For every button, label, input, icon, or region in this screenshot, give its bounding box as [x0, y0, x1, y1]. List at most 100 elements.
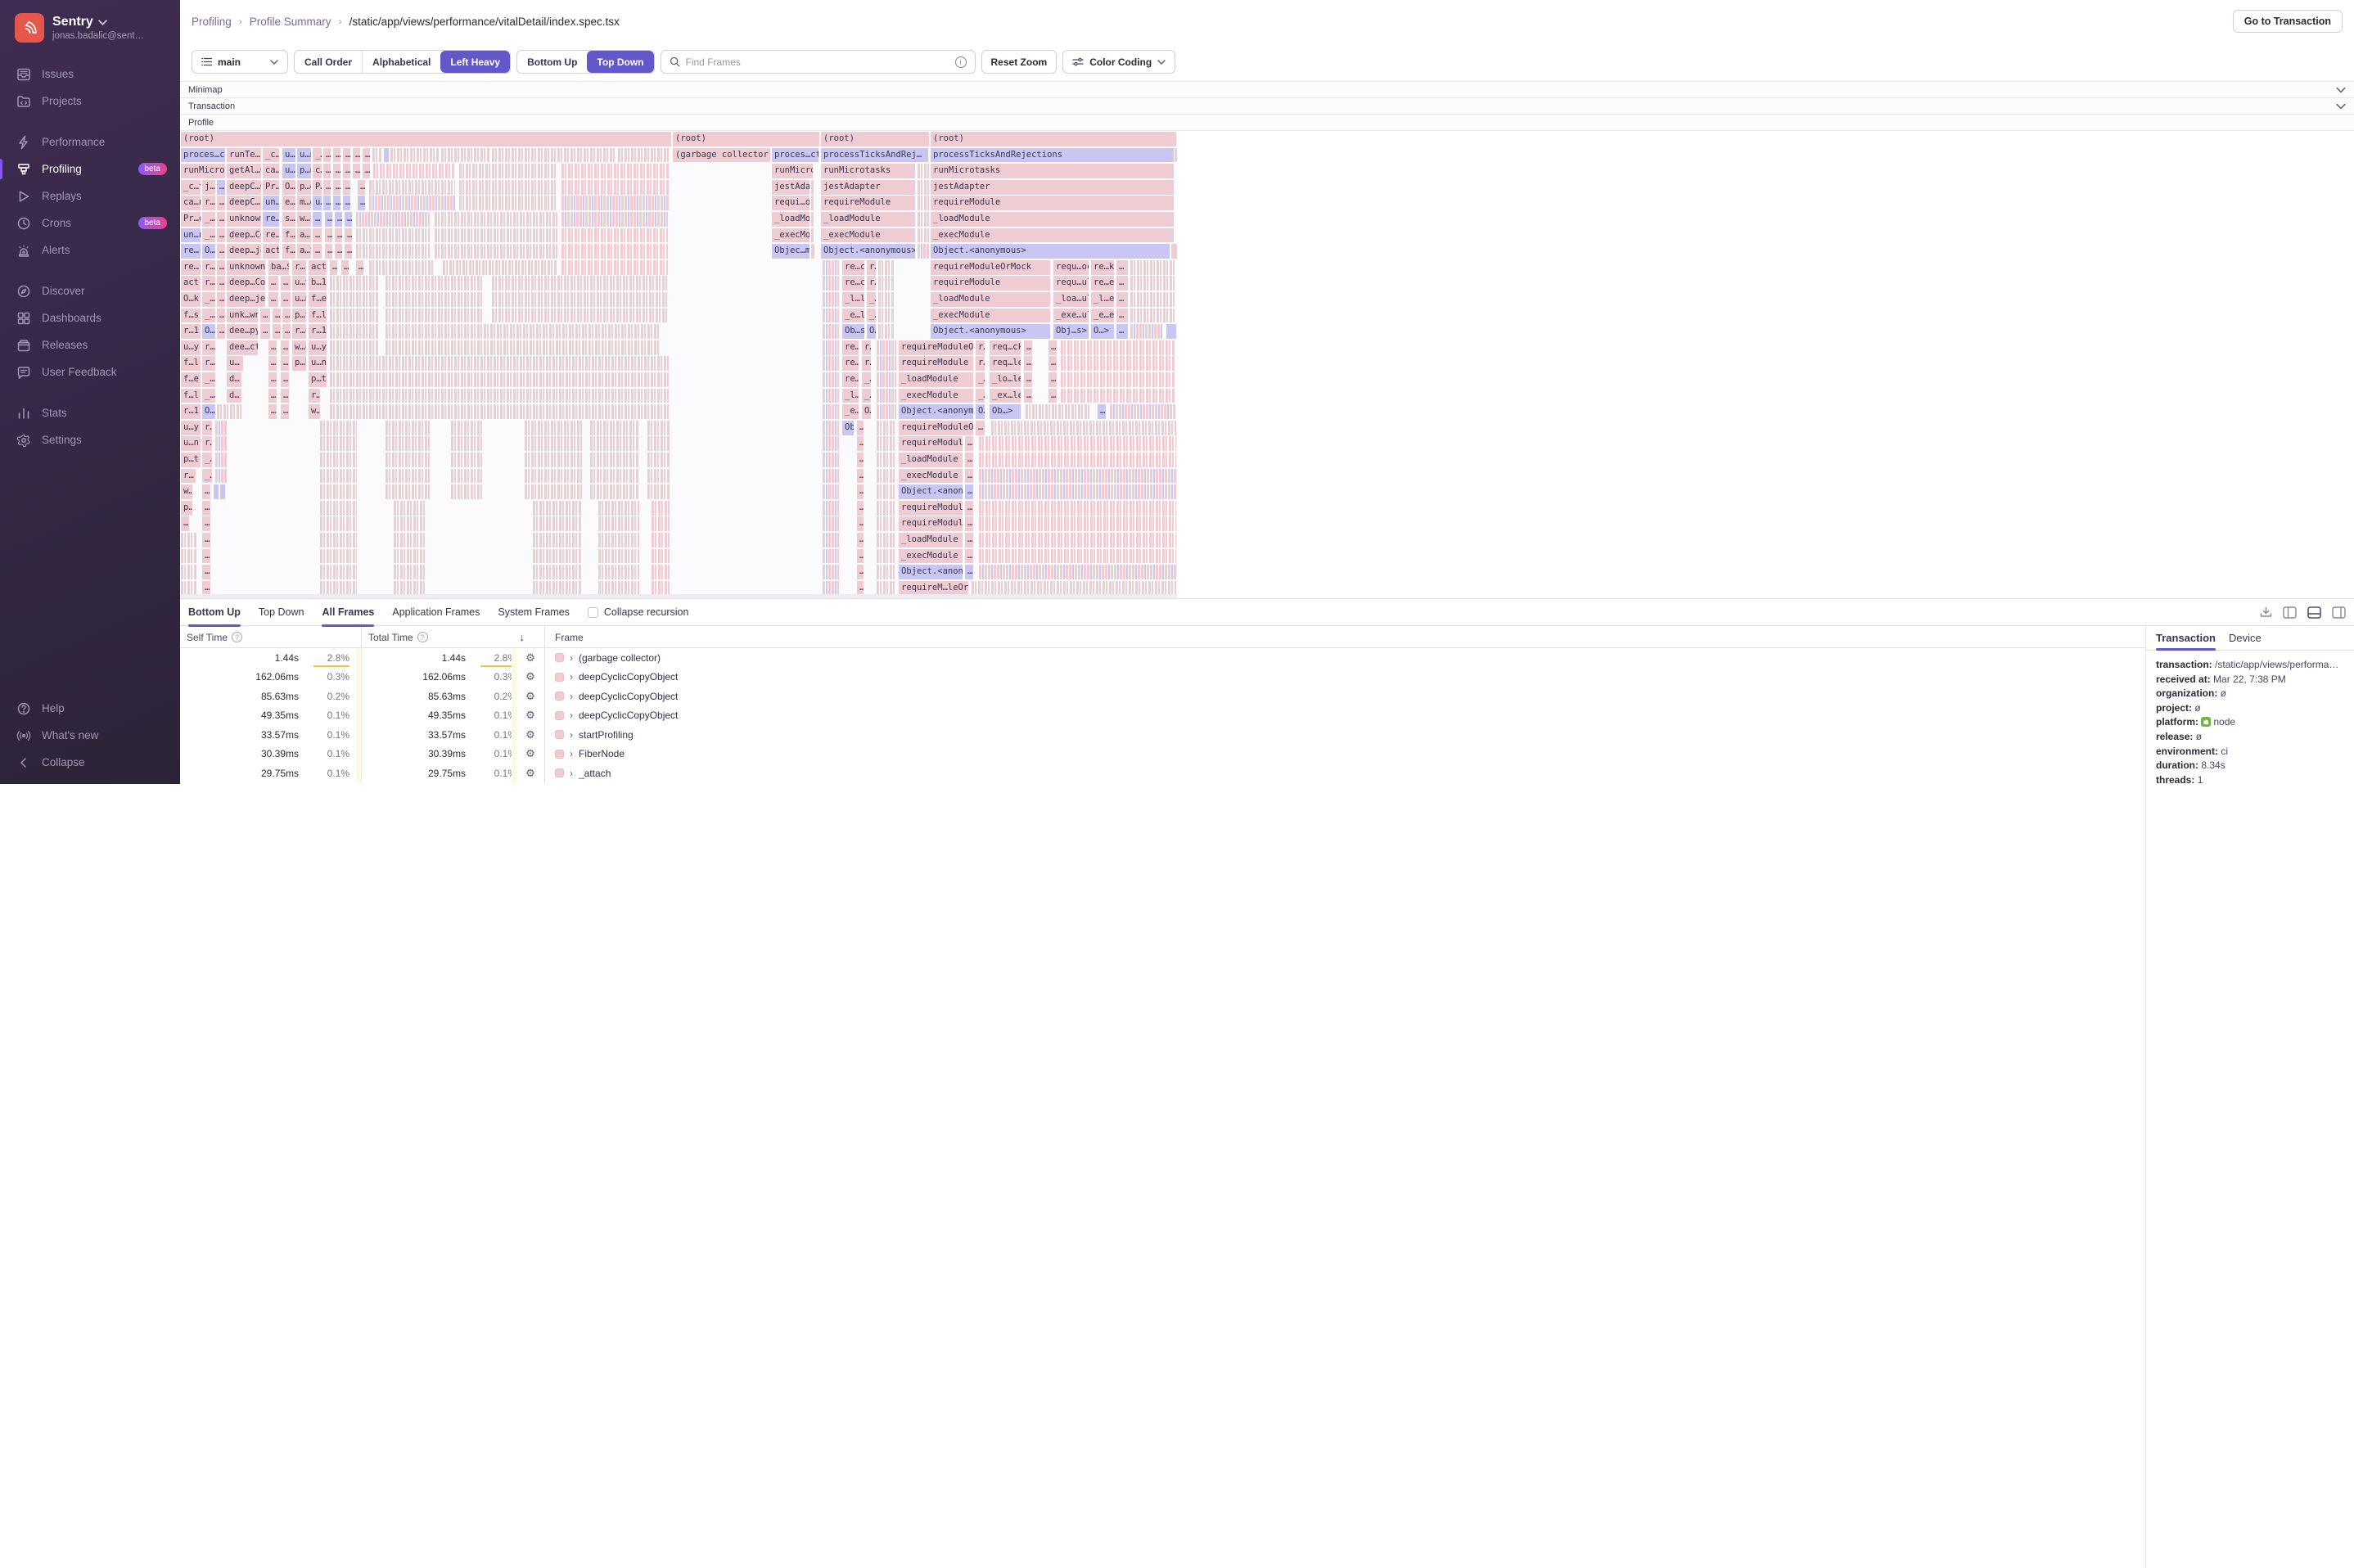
flame-cell[interactable] [877, 484, 896, 499]
flame-cell[interactable]: O… [976, 404, 985, 419]
expand-chevron-icon[interactable]: › [570, 691, 573, 702]
flame-cell[interactable]: … [358, 180, 365, 195]
flame-cell[interactable]: … [335, 212, 342, 227]
flame-cell[interactable]: act [309, 260, 327, 275]
flame-cell[interactable]: … [313, 244, 322, 259]
flame-cell[interactable] [525, 453, 582, 467]
flame-cell[interactable]: _…e [202, 212, 215, 227]
flame-cell[interactable]: … [857, 549, 864, 564]
flame-cell[interactable]: … [268, 389, 277, 403]
flame-cell[interactable]: … [363, 164, 370, 178]
flame-cell[interactable]: … [323, 196, 331, 210]
expand-chevron-icon[interactable]: › [570, 748, 573, 759]
flame-cell[interactable]: _l…le [842, 292, 864, 307]
flame-cell[interactable]: processTicksAndRej… [821, 148, 928, 163]
flame-cell[interactable] [220, 484, 225, 499]
flame-cell[interactable] [369, 260, 435, 275]
flame-cell[interactable] [330, 389, 670, 403]
flame-cell[interactable]: … [343, 196, 350, 210]
flame-cell[interactable]: … [1024, 340, 1032, 355]
flame-cell[interactable] [386, 276, 484, 291]
sidebar-item-settings[interactable]: Settings [0, 426, 180, 453]
flame-cell[interactable]: _lo…le [990, 372, 1021, 387]
flame-cell[interactable] [330, 356, 670, 371]
flame-cell[interactable] [590, 421, 639, 435]
sidebar-item-discover[interactable]: Discover [0, 277, 180, 304]
flame-cell[interactable]: u…n [181, 436, 201, 451]
expand-chevron-icon[interactable]: › [570, 729, 573, 741]
download-icon[interactable] [2260, 606, 2272, 619]
flame-cell[interactable]: r… [862, 340, 871, 355]
flame-cell[interactable] [525, 469, 582, 484]
flame-cell[interactable] [390, 148, 440, 163]
flame-cell[interactable] [877, 533, 896, 547]
flame-cell[interactable]: … [217, 228, 225, 243]
flame-cell[interactable]: Object.<anonymous> [899, 404, 973, 419]
flame-cell[interactable]: _… [862, 372, 871, 387]
self-time-header[interactable]: Self Time? [180, 632, 361, 643]
flame-cell[interactable]: d… [227, 389, 241, 403]
flame-cell[interactable]: r… [867, 260, 876, 275]
flame-cell[interactable]: requireModule [931, 196, 1174, 210]
flame-cell[interactable]: … [1048, 372, 1057, 387]
flame-cell[interactable] [215, 453, 227, 467]
flame-cell[interactable]: … [1048, 389, 1057, 403]
flame-cell[interactable]: … [268, 372, 277, 387]
flame-cell[interactable] [877, 453, 896, 467]
flame-cell[interactable]: requi…odule [772, 196, 809, 210]
flame-cell[interactable] [561, 196, 670, 210]
profile-section-header[interactable]: Profile [180, 115, 2354, 131]
sidebar-item-user-feedback[interactable]: User Feedback [0, 358, 180, 385]
flame-cell[interactable] [369, 196, 455, 210]
flame-cell[interactable] [811, 180, 814, 195]
flame-cell[interactable]: f…e [181, 372, 201, 387]
flame-cell[interactable]: act [181, 276, 201, 291]
flame-cell[interactable] [598, 549, 639, 564]
flame-cell[interactable] [386, 453, 431, 467]
flame-cell[interactable] [877, 436, 896, 451]
flame-cell[interactable]: Object.<anonymous> [899, 565, 963, 579]
flame-cell[interactable]: … [260, 309, 270, 323]
flame-cell[interactable] [330, 372, 670, 387]
flame-cell[interactable]: u…y [181, 340, 201, 355]
flame-cell[interactable]: r…1 [309, 324, 327, 339]
flame-cell[interactable] [369, 180, 455, 195]
table-row[interactable]: 1.44s2.8% 1.44s2.8% ⚙ › (garbage collect… [180, 648, 2145, 668]
flame-cell[interactable] [394, 565, 426, 579]
flame-cell[interactable]: requireModule [821, 196, 915, 210]
flame-cell[interactable]: jestAdapter [772, 180, 809, 195]
flame-cell[interactable]: r…k [202, 260, 215, 275]
flame-cell[interactable]: … [1116, 292, 1128, 307]
flame-cell[interactable]: f…l [282, 244, 295, 259]
flame-cell[interactable]: _…e [202, 372, 215, 387]
flame-cell[interactable]: proces…ctions [181, 148, 225, 163]
flame-cell[interactable]: requireModule [931, 276, 1050, 291]
flame-cell[interactable] [590, 453, 639, 467]
flame-cell[interactable]: … [323, 148, 331, 163]
flame-cell[interactable] [979, 565, 1176, 579]
flame-cell[interactable] [823, 533, 839, 547]
flame-cell[interactable] [320, 453, 357, 467]
flame-cell[interactable]: runTe…rnal [227, 148, 261, 163]
flame-cell[interactable] [492, 292, 668, 307]
flame-cell[interactable]: requireM…leOrMock [899, 581, 968, 594]
flame-cell[interactable] [1130, 260, 1176, 275]
flame-cell[interactable]: … [965, 484, 973, 499]
flame-cell[interactable] [918, 228, 929, 243]
sidebar-item-releases[interactable]: Releases [0, 331, 180, 358]
thread-select[interactable]: main [192, 50, 288, 74]
flame-cell[interactable] [979, 549, 1176, 564]
flame-cell[interactable]: requireModule [899, 356, 973, 371]
flame-cell[interactable]: _… [976, 372, 985, 387]
flame-cell[interactable] [533, 501, 582, 516]
frame-cell[interactable]: › startProfiling [544, 725, 2145, 745]
expand-chevron-icon[interactable]: › [570, 652, 573, 664]
flame-cell[interactable] [386, 292, 484, 307]
flame-cell[interactable]: … [335, 228, 342, 243]
flame-cell[interactable]: s…r [282, 212, 295, 227]
flame-cell[interactable] [590, 484, 639, 499]
flame-cell[interactable]: _loadModule [931, 292, 1050, 307]
flame-cell[interactable]: O…> [202, 404, 215, 419]
flame-cell[interactable]: _loadModule [899, 372, 973, 387]
flame-cell[interactable] [979, 501, 1176, 516]
